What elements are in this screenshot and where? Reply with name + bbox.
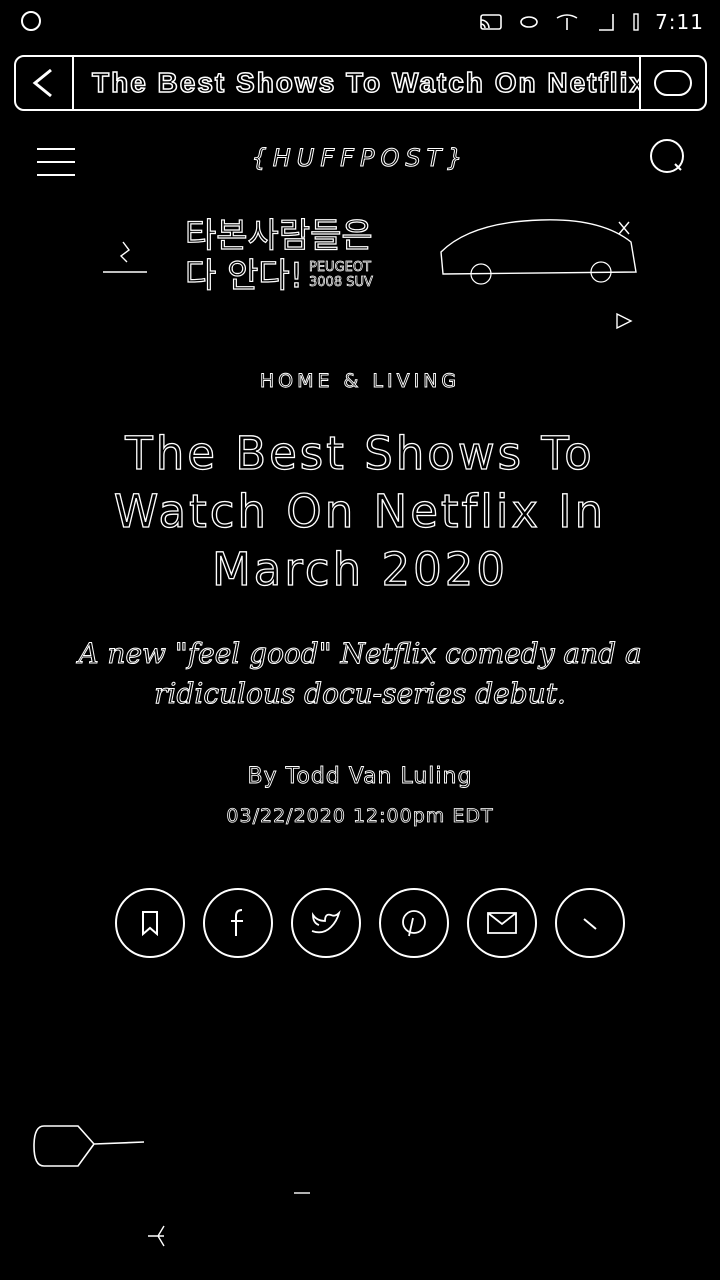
wifi-icon bbox=[556, 14, 578, 30]
article-subhead: A new "feel good" Netflix comedy and a r… bbox=[78, 637, 642, 711]
status-icons: 7:11 bbox=[479, 8, 704, 36]
site-header: {HUFFPOST} bbox=[0, 132, 720, 192]
battery-icon bbox=[633, 13, 639, 31]
site-logo[interactable]: {HUFFPOST} bbox=[0, 144, 720, 173]
ad-brand: PEUGEOT 3008 SUV bbox=[309, 260, 374, 291]
back-arrow-icon bbox=[32, 68, 52, 98]
decorative-mark bbox=[294, 1192, 310, 1194]
close-icon bbox=[618, 221, 630, 235]
link-share-button[interactable] bbox=[555, 888, 625, 958]
cast-icon bbox=[480, 14, 502, 30]
search-icon[interactable] bbox=[645, 136, 689, 180]
bookmark-button[interactable] bbox=[115, 888, 185, 958]
floating-widget-icon[interactable] bbox=[32, 1122, 152, 1172]
notification-circle-icon bbox=[21, 11, 41, 31]
vibrate-icon bbox=[520, 16, 538, 28]
signal-icon bbox=[599, 14, 614, 31]
article-byline[interactable]: By Todd Van Luling bbox=[0, 764, 720, 790]
article-date: 03/22/2020 12:00pm EDT bbox=[226, 805, 494, 828]
ad-car-image bbox=[440, 219, 637, 285]
link-icon bbox=[583, 918, 597, 930]
status-time: 7:11 bbox=[655, 10, 704, 34]
twitter-icon bbox=[311, 910, 341, 934]
twitter-share-button[interactable] bbox=[291, 888, 361, 958]
facebook-share-button[interactable] bbox=[203, 888, 273, 958]
browser-menu-button[interactable] bbox=[639, 57, 705, 109]
decorative-mark bbox=[148, 1225, 165, 1247]
browser-title-bar: The Best Shows To Watch On Netflix In Ma… bbox=[14, 55, 707, 111]
status-bar: 7:11 bbox=[0, 0, 720, 44]
menu-icon bbox=[654, 70, 692, 96]
ad-lion-logo-icon bbox=[103, 241, 147, 273]
back-button[interactable] bbox=[16, 57, 74, 109]
share-buttons bbox=[115, 888, 625, 960]
pinterest-share-button[interactable] bbox=[379, 888, 449, 958]
bookmark-icon bbox=[142, 911, 158, 936]
email-icon bbox=[487, 912, 517, 934]
page-title-text[interactable]: The Best Shows To Watch On Netflix In Ma… bbox=[74, 57, 639, 109]
facebook-icon bbox=[231, 909, 243, 936]
email-share-button[interactable] bbox=[467, 888, 537, 958]
article-section[interactable]: HOME & LIVING bbox=[0, 370, 720, 393]
adchoices-icon[interactable] bbox=[614, 312, 634, 330]
article-headline: The Best Shows To Watch On Netflix In Ma… bbox=[113, 426, 607, 596]
ad-banner[interactable]: 타본사람들은 다 안다! PEUGEOT 3008 SUV bbox=[95, 212, 640, 332]
pinterest-icon bbox=[402, 910, 426, 937]
